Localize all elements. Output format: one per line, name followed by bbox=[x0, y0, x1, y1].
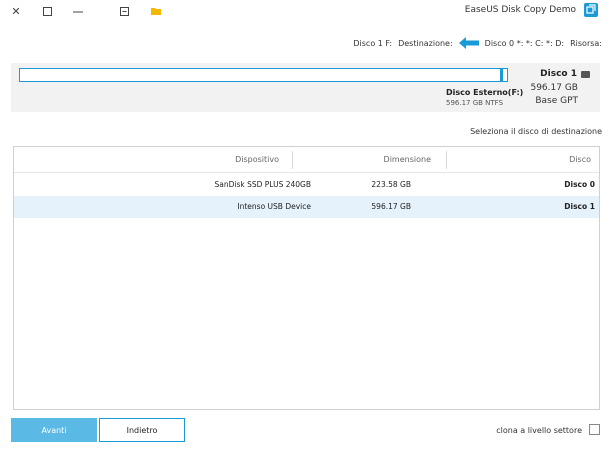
close-icon[interactable]: ✕ bbox=[6, 2, 26, 20]
disk-table: Disco Dimensione Dispositivo Disco 0 223… bbox=[13, 146, 600, 410]
minimize-line-icon bbox=[73, 11, 83, 12]
row-device: Intenso USB Device bbox=[237, 202, 311, 211]
destination-value: Disco 1 F: bbox=[353, 38, 393, 48]
copy-path-row: Risorsa: Disco 0 *: *: C: *: D: Destinaz… bbox=[290, 36, 602, 50]
partition-bar-marker bbox=[500, 68, 503, 82]
window-title: EaseUS Disk Copy Demo bbox=[464, 5, 576, 15]
source-label: Risorsa: bbox=[570, 38, 602, 48]
folder-icon[interactable] bbox=[146, 2, 166, 20]
app-logo-icon bbox=[584, 3, 598, 17]
destination-disk-summary: Disco 1 596.17 GB Base GPT Disco Esterno… bbox=[11, 63, 600, 112]
next-button[interactable]: Avanti bbox=[11, 418, 97, 442]
disk-size: 596.17 GB bbox=[530, 83, 578, 93]
back-button[interactable]: Indietro bbox=[99, 418, 185, 442]
partition-bar[interactable] bbox=[19, 68, 508, 82]
table-row[interactable]: Disco 0 223.58 GB SanDisk SSD PLUS 240GB bbox=[14, 174, 599, 196]
partition-label: Disco Esterno(F:) bbox=[446, 88, 524, 97]
source-value: Disco 0 *: *: C: *: D: bbox=[484, 38, 565, 48]
disk-type: Base GPT bbox=[535, 96, 578, 106]
header-device[interactable]: Dispositivo bbox=[235, 155, 279, 164]
row-size: 223.58 GB bbox=[371, 180, 411, 189]
table-row-selected[interactable]: Disco 1 596.17 GB Intenso USB Device bbox=[14, 196, 599, 218]
table-header: Disco Dimensione Dispositivo bbox=[14, 147, 599, 173]
header-disk[interactable]: Disco bbox=[569, 155, 591, 164]
folder-shape-icon bbox=[151, 8, 161, 15]
sector-clone-checkbox[interactable] bbox=[589, 424, 600, 435]
hard-disk-icon bbox=[581, 70, 590, 78]
header-size[interactable]: Dimensione bbox=[384, 155, 431, 164]
sector-clone-label[interactable]: clona a livello settore bbox=[496, 426, 582, 435]
row-disk: Disco 0 bbox=[564, 180, 595, 189]
feedback-box-icon bbox=[119, 6, 129, 16]
arrow-left-icon bbox=[458, 37, 479, 49]
disk-name-text: Disco 1 bbox=[540, 69, 577, 79]
feedback-icon[interactable] bbox=[114, 2, 134, 20]
minimize-icon[interactable] bbox=[68, 2, 88, 20]
select-destination-prompt: Seleziona il disco di destinazione bbox=[470, 127, 602, 136]
destination-label: Destinazione: bbox=[398, 38, 453, 48]
partition-detail: 596.17 GB NTFS bbox=[446, 99, 504, 107]
row-size: 596.17 GB bbox=[371, 202, 411, 211]
row-device: SanDisk SSD PLUS 240GB bbox=[214, 180, 311, 189]
disk-name: Disco 1 bbox=[540, 69, 590, 79]
header-separator[interactable] bbox=[292, 151, 293, 169]
row-disk: Disco 1 bbox=[564, 202, 595, 211]
maximize-square-icon bbox=[42, 6, 52, 16]
maximize-icon[interactable] bbox=[37, 2, 57, 20]
header-separator[interactable] bbox=[446, 151, 447, 169]
title-bar: ✕ EaseUS Disk Copy Demo bbox=[0, 0, 610, 22]
